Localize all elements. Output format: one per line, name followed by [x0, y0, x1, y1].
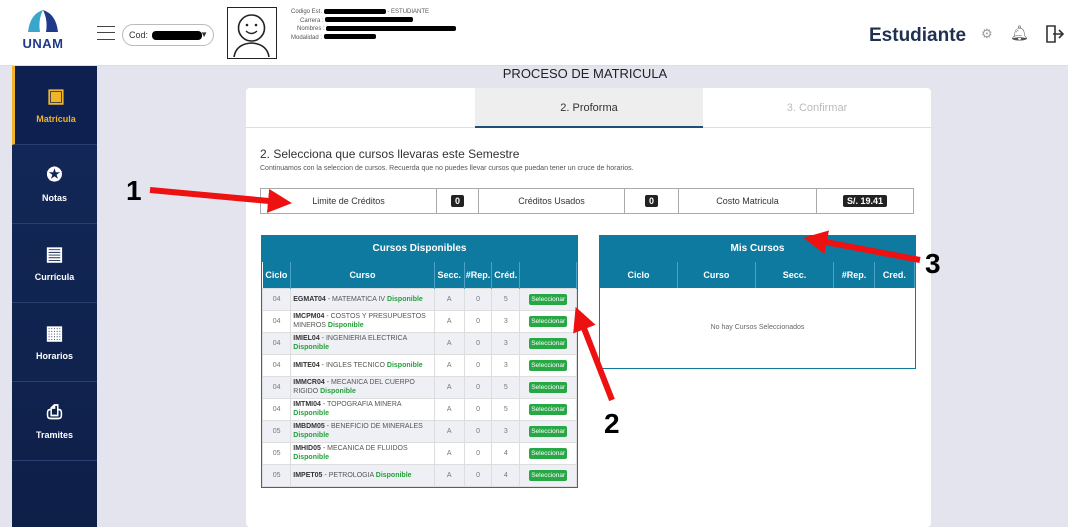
- arrow-3: [803, 230, 921, 263]
- annotation-number-1: 1: [126, 175, 142, 206]
- annotation-arrows: [149, 187, 921, 402]
- arrow-2: [573, 306, 615, 402]
- annotation-number-3: 3: [925, 248, 941, 279]
- arrow-1: [149, 187, 292, 213]
- annotation-number-2: 2: [604, 408, 620, 439]
